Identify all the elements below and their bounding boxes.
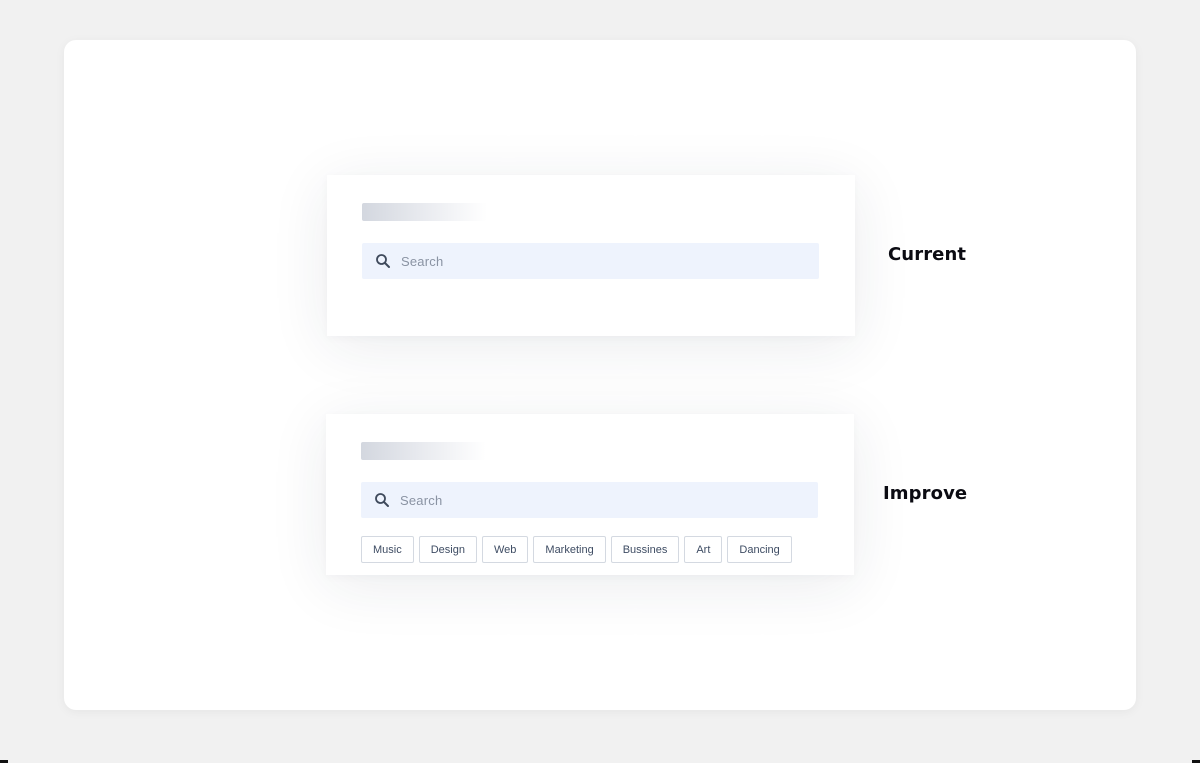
title-placeholder-skeleton bbox=[361, 442, 486, 460]
current-search-card bbox=[327, 175, 855, 336]
tag-music[interactable]: Music bbox=[361, 536, 414, 563]
current-search-input[interactable] bbox=[401, 253, 781, 269]
tag-design[interactable]: Design bbox=[418, 536, 477, 563]
improve-search-card: Music Design Web Marketing Bussines Art … bbox=[326, 414, 854, 575]
tag-bussines[interactable]: Bussines bbox=[610, 536, 680, 563]
search-icon bbox=[374, 492, 390, 508]
tag-web[interactable]: Web bbox=[481, 536, 529, 563]
presentation-frame bbox=[64, 40, 1136, 710]
improve-label: Improve bbox=[883, 483, 968, 504]
category-tag-list: Music Design Web Marketing Bussines Art … bbox=[361, 536, 792, 563]
tag-art[interactable]: Art bbox=[684, 536, 723, 563]
improve-search-bar[interactable] bbox=[361, 482, 818, 518]
title-placeholder-skeleton bbox=[362, 203, 487, 221]
current-search-bar[interactable] bbox=[362, 243, 819, 279]
current-label: Current bbox=[888, 244, 967, 265]
tag-marketing[interactable]: Marketing bbox=[533, 536, 606, 563]
improve-search-input[interactable] bbox=[400, 492, 780, 508]
search-icon bbox=[375, 253, 391, 269]
tag-dancing[interactable]: Dancing bbox=[727, 536, 792, 563]
